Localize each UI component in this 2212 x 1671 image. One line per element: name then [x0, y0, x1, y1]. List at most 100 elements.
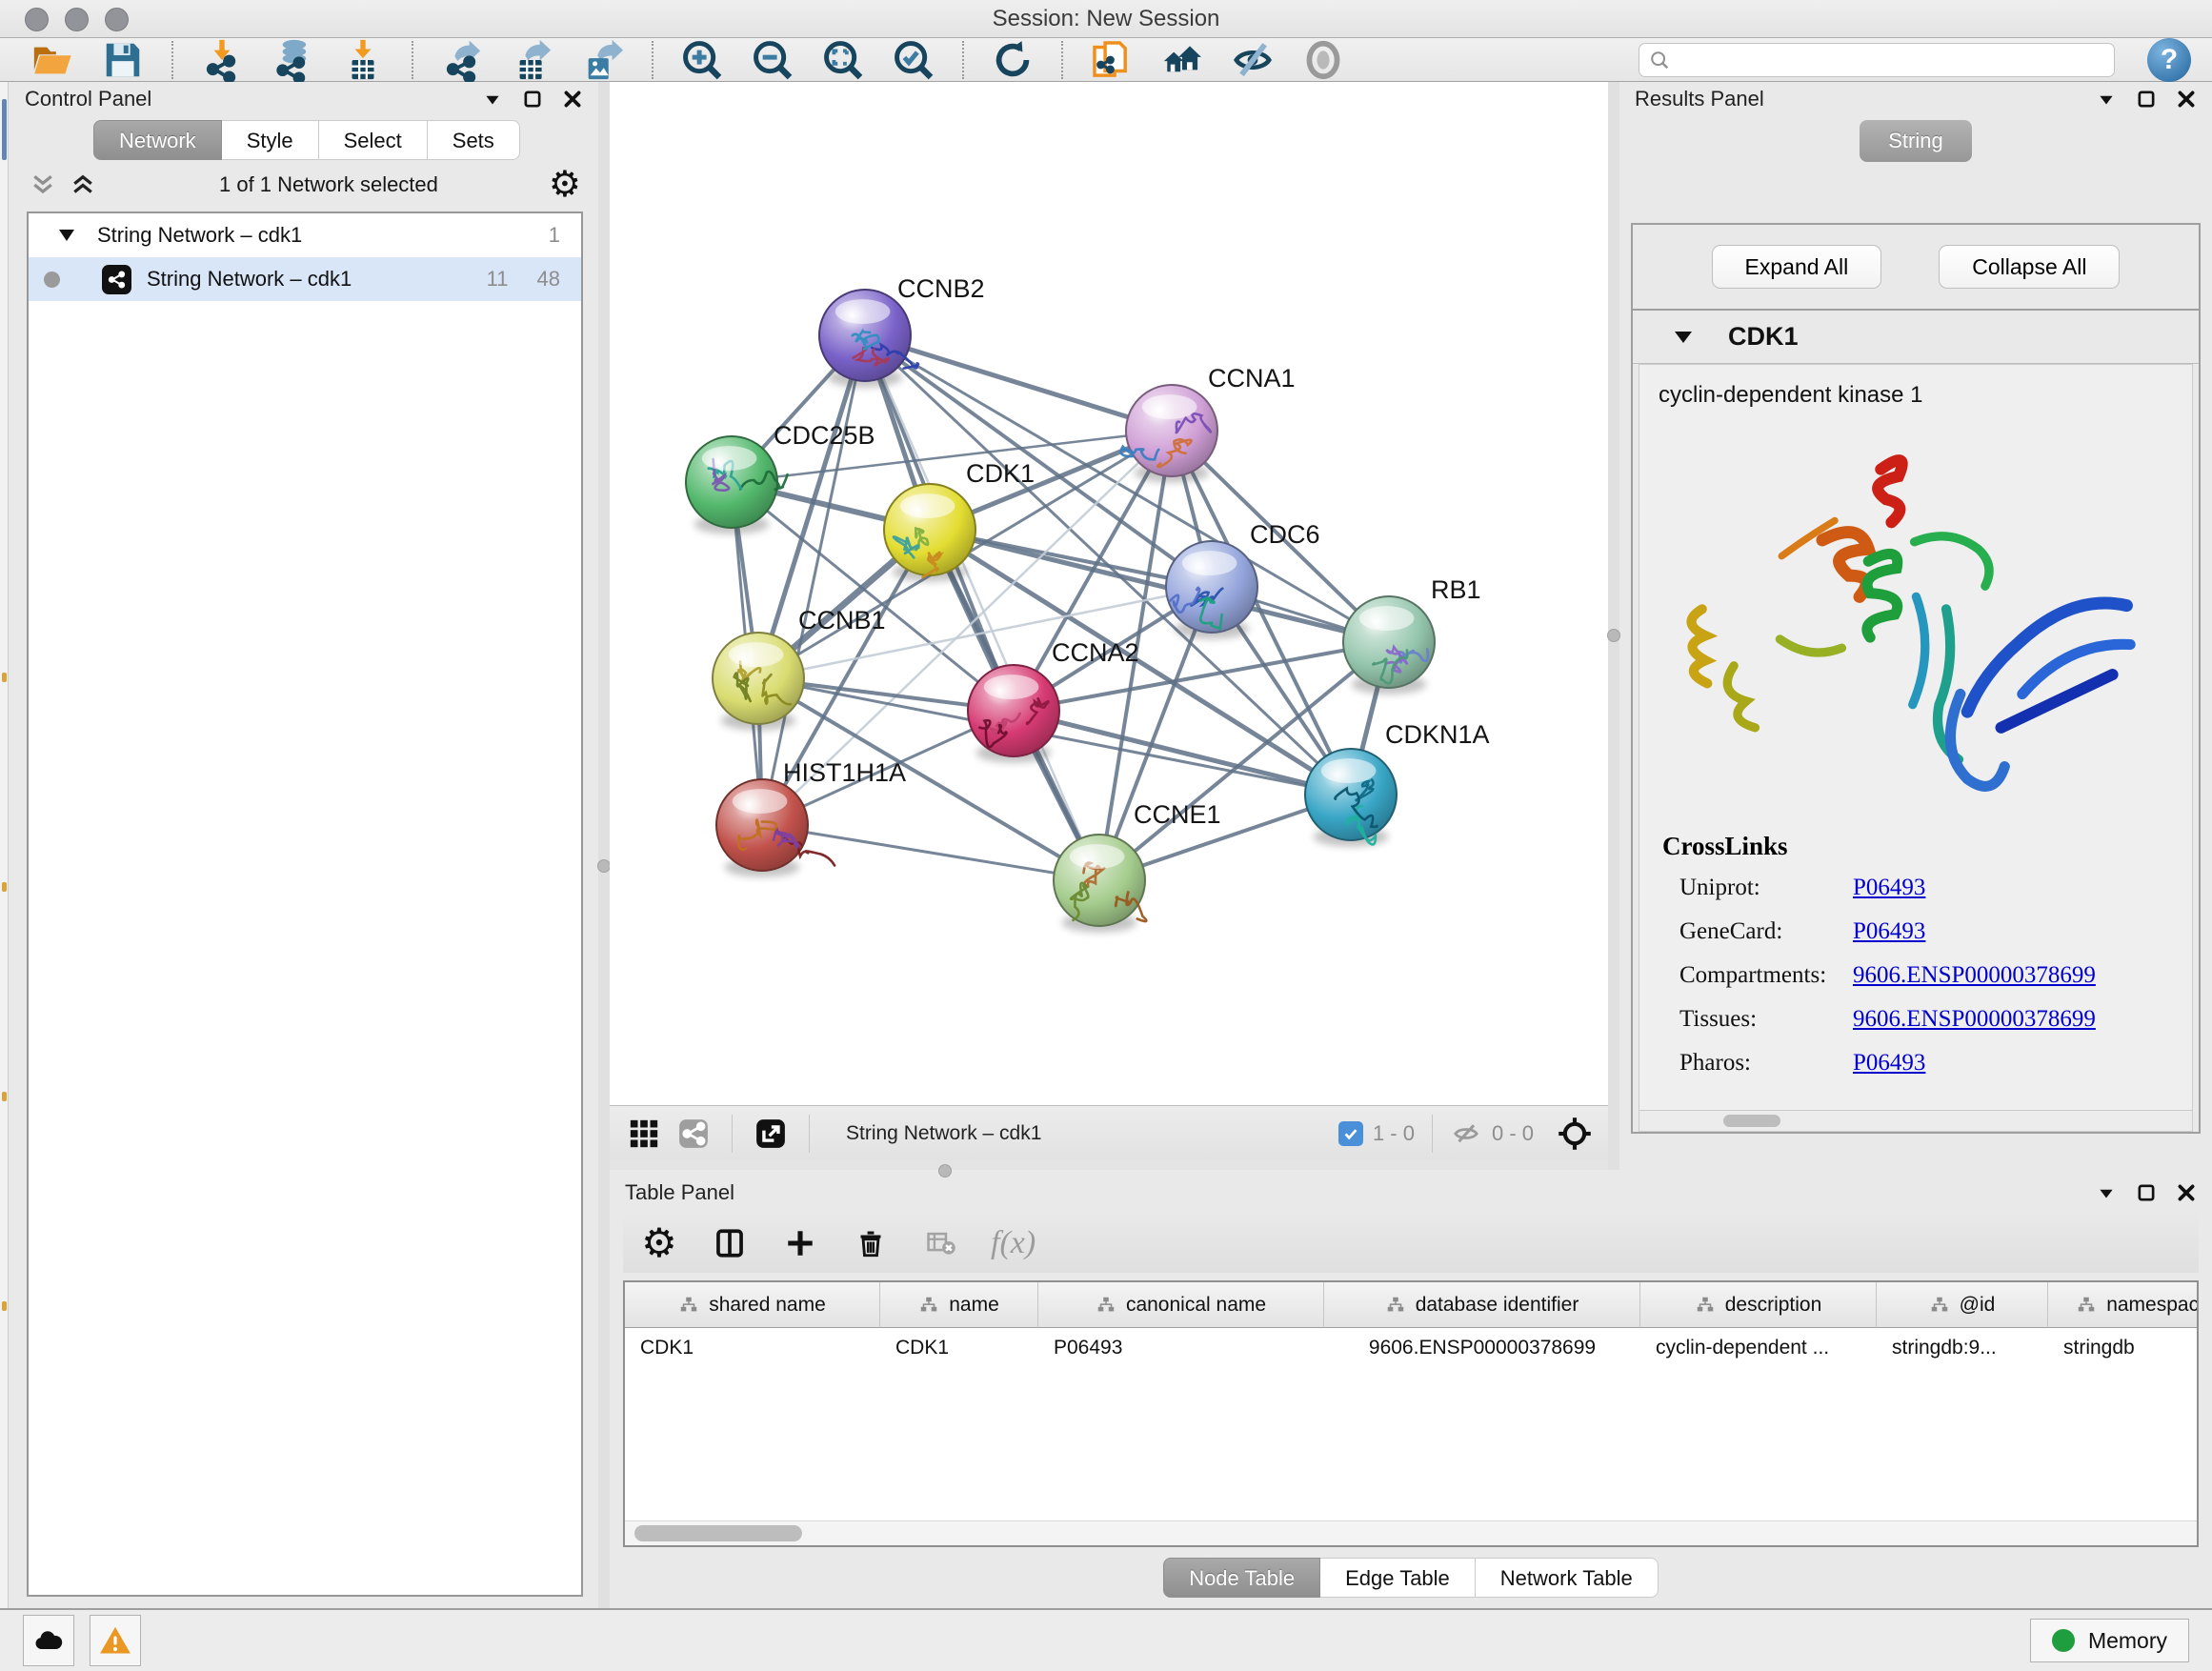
divider-handle[interactable]: [1607, 629, 1620, 642]
panel-float-icon[interactable]: [2136, 1182, 2157, 1203]
panel-float-icon[interactable]: [2136, 89, 2157, 110]
tab-network-table[interactable]: Network Table: [1476, 1558, 1659, 1598]
clone-network-button[interactable]: [1080, 38, 1143, 82]
birdseye-view-button[interactable]: [625, 1115, 663, 1153]
network-row-selected[interactable]: String Network – cdk1 11 48: [29, 257, 581, 301]
table-cell[interactable]: stringdb:9...: [1877, 1328, 2048, 1368]
network-canvas[interactable]: CCNB2CCNA1CDC25BCDK1CDC6RB1CCNB1CCNA2CDK…: [610, 82, 1608, 1105]
open-session-button[interactable]: [21, 38, 84, 82]
export-image-button[interactable]: [572, 38, 634, 82]
search-input[interactable]: [1678, 49, 2104, 71]
column-header-id[interactable]: @id: [1877, 1282, 2048, 1328]
tab-sets[interactable]: Sets: [428, 120, 520, 160]
node-section-header[interactable]: CDK1: [1633, 311, 2199, 364]
tab-select[interactable]: Select: [319, 120, 428, 160]
table-cell[interactable]: CDK1: [880, 1328, 1038, 1368]
show-all-button[interactable]: [1292, 38, 1355, 82]
tab-network[interactable]: Network: [93, 120, 222, 160]
vertical-divider-left[interactable]: [598, 82, 610, 1608]
panel-collapse-icon[interactable]: [2096, 1182, 2117, 1203]
refresh-button[interactable]: [981, 38, 1044, 82]
section-expand-icon[interactable]: [1673, 330, 1694, 345]
open-in-window-button[interactable]: [752, 1115, 790, 1153]
crosslink-link[interactable]: P06493: [1853, 1050, 1925, 1077]
export-table-button[interactable]: [501, 38, 564, 82]
network-overview-button[interactable]: [674, 1115, 713, 1153]
help-button[interactable]: ?: [2147, 38, 2191, 82]
table-hscrollbar[interactable]: [625, 1520, 2197, 1545]
node-RB1[interactable]: RB1: [1343, 575, 1481, 695]
delete-table-button[interactable]: [920, 1222, 962, 1264]
add-column-button[interactable]: [779, 1222, 821, 1264]
panel-float-icon[interactable]: [522, 89, 543, 110]
window-close-button[interactable]: [25, 8, 49, 31]
node-CCNB1[interactable]: CCNB1: [713, 606, 886, 731]
zoom-selected-button[interactable]: [882, 38, 945, 82]
window-minimize-button[interactable]: [65, 8, 89, 31]
zoom-fit-button[interactable]: [812, 38, 875, 82]
first-neighbors-button[interactable]: [1151, 38, 1214, 82]
results-hscrollbar[interactable]: [1639, 1110, 2192, 1131]
table-cell[interactable]: CDK1: [625, 1328, 880, 1368]
tab-node-table[interactable]: Node Table: [1163, 1558, 1320, 1598]
table-cell[interactable]: stringdb: [2048, 1328, 2199, 1368]
panel-collapse-icon[interactable]: [2096, 89, 2117, 110]
expand-all-button[interactable]: Expand All: [1712, 245, 1882, 289]
panel-collapse-icon[interactable]: [482, 89, 503, 110]
import-network-button[interactable]: [191, 38, 253, 82]
tab-string[interactable]: String: [1860, 120, 1971, 162]
panel-close-icon[interactable]: [2176, 1182, 2197, 1203]
table-cell[interactable]: 9606.ENSP00000378699: [1324, 1328, 1640, 1368]
node-CDC25B[interactable]: CDC25B: [686, 421, 875, 534]
zoom-in-button[interactable]: [671, 38, 734, 82]
hidden-eye-slash-icon[interactable]: [1450, 1119, 1482, 1148]
column-header-namespace[interactable]: namespace: [2048, 1282, 2199, 1328]
network-collection-row[interactable]: String Network – cdk1 1: [29, 213, 581, 257]
collapse-all-button[interactable]: Collapse All: [1939, 245, 2120, 289]
crosslink-link[interactable]: P06493: [1853, 875, 1925, 901]
horizontal-divider-handle[interactable]: [938, 1164, 952, 1178]
node-CCNE1[interactable]: CCNE1: [1054, 800, 1221, 933]
table-cell[interactable]: P06493: [1038, 1328, 1324, 1368]
tree-expand-icon[interactable]: [57, 228, 76, 243]
selected-checkbox[interactable]: [1338, 1121, 1363, 1146]
node-CDKN1A[interactable]: CDKN1A: [1305, 720, 1490, 847]
window-zoom-button[interactable]: [105, 8, 129, 31]
node-CDK1[interactable]: CDK1: [884, 459, 1035, 582]
export-network-button[interactable]: [431, 38, 493, 82]
crosslink-link[interactable]: 9606.ENSP00000378699: [1853, 1006, 2096, 1033]
column-header-description[interactable]: description: [1640, 1282, 1877, 1328]
import-table-button[interactable]: [332, 38, 394, 82]
delete-column-button[interactable]: [850, 1222, 892, 1264]
crosslink-link[interactable]: P06493: [1853, 918, 1925, 945]
save-session-button[interactable]: [91, 38, 154, 82]
tab-edge-table[interactable]: Edge Table: [1320, 1558, 1476, 1598]
node-HIST1H1A[interactable]: HIST1H1A: [716, 758, 906, 877]
column-header-name[interactable]: name: [880, 1282, 1038, 1328]
column-header-database-identifier[interactable]: database identifier: [1324, 1282, 1640, 1328]
column-header-shared-name[interactable]: shared name: [625, 1282, 880, 1328]
network-options-gear-icon[interactable]: ⚙: [549, 167, 581, 203]
table-options-button[interactable]: ⚙: [638, 1222, 680, 1264]
fit-selected-crosshair-icon[interactable]: [1557, 1116, 1593, 1152]
import-database-button[interactable]: [261, 38, 324, 82]
crosslink-link[interactable]: 9606.ENSP00000378699: [1853, 962, 2096, 989]
table-row[interactable]: CDK1CDK1P064939606.ENSP00000378699cyclin…: [625, 1328, 2197, 1368]
tab-style[interactable]: Style: [222, 120, 319, 160]
zoom-out-button[interactable]: [741, 38, 804, 82]
column-header-canonical-name[interactable]: canonical name: [1038, 1282, 1324, 1328]
expand-all-icon[interactable]: [69, 171, 97, 199]
function-builder-button[interactable]: f(x): [991, 1225, 1036, 1261]
collapse-all-icon[interactable]: [29, 171, 57, 199]
vertical-divider-right[interactable]: [1608, 82, 1619, 1170]
scrollbar-thumb[interactable]: [634, 1525, 802, 1541]
divider-handle[interactable]: [597, 859, 611, 873]
memory-button[interactable]: Memory: [2030, 1619, 2189, 1662]
panel-close-icon[interactable]: [2176, 89, 2197, 110]
cloud-status-button[interactable]: [23, 1615, 74, 1666]
hide-selected-button[interactable]: [1221, 38, 1284, 82]
panel-close-icon[interactable]: [562, 89, 583, 110]
scrollbar-thumb[interactable]: [1723, 1115, 1780, 1127]
show-columns-button[interactable]: [709, 1222, 751, 1264]
table-cell[interactable]: cyclin-dependent ...: [1640, 1328, 1877, 1368]
